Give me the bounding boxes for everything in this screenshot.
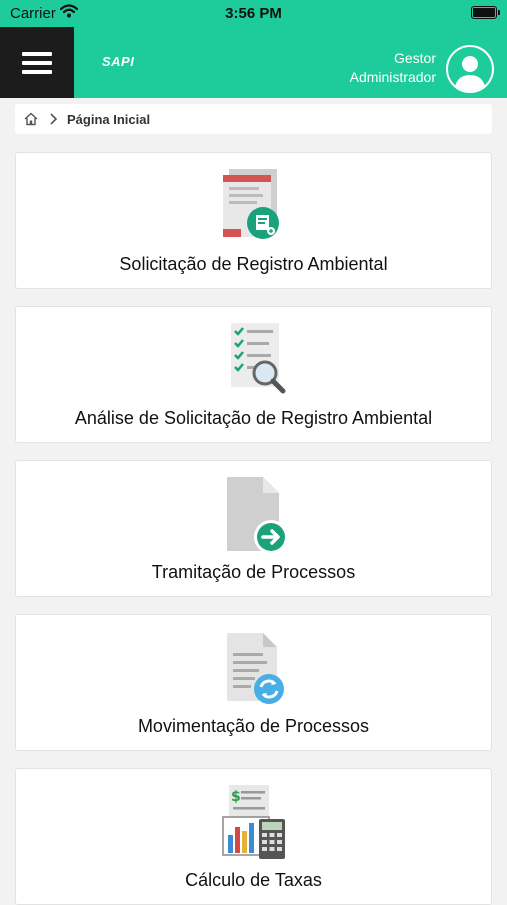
app-logo: SAPI xyxy=(102,54,135,69)
document-add-icon xyxy=(222,169,279,239)
user-role: Gestor Administrador xyxy=(350,49,436,87)
calculator-chart-icon: $ xyxy=(221,785,285,859)
chevron-right-icon xyxy=(50,113,58,125)
app-header: SAPI Gestor Administrador xyxy=(0,27,507,98)
card-analise-solicitacao[interactable]: Análise de Solicitação de Registro Ambie… xyxy=(15,306,492,443)
home-icon[interactable] xyxy=(23,111,39,127)
document-forward-icon xyxy=(226,477,288,553)
card-label: Tramitação de Processos xyxy=(151,562,356,582)
document-refresh-icon xyxy=(226,633,284,704)
clock: 3:56 PM xyxy=(225,5,282,22)
battery-icon xyxy=(471,6,500,19)
card-label: Análise de Solicitação de Registro Ambie… xyxy=(74,408,433,428)
user-icon xyxy=(454,56,486,91)
breadcrumb: Página Inicial xyxy=(15,104,492,134)
checklist-search-icon xyxy=(230,323,285,394)
card-label: Cálculo de Taxas xyxy=(185,870,322,890)
card-label: Movimentação de Processos xyxy=(137,716,370,736)
card-calculo-taxas[interactable]: $ Cálculo de Taxas xyxy=(15,768,492,905)
menu-button[interactable] xyxy=(0,27,74,98)
user-role-line1: Gestor xyxy=(393,50,436,66)
hamburger-icon xyxy=(22,51,52,74)
card-movimentacao-processos[interactable]: Movimentação de Processos xyxy=(15,614,492,751)
user-role-line2: Administrador xyxy=(349,69,436,85)
card-tramitacao-processos[interactable]: Tramitação de Processos xyxy=(15,460,492,597)
svg-text:$: $ xyxy=(231,789,241,805)
card-label: Solicitação de Registro Ambiental xyxy=(119,254,388,274)
avatar[interactable] xyxy=(446,45,494,93)
card-solicitacao-registro[interactable]: Solicitação de Registro Ambiental xyxy=(15,152,492,289)
status-bar: Carrier 3:56 PM xyxy=(0,0,507,27)
breadcrumb-current: Página Inicial xyxy=(67,111,151,127)
